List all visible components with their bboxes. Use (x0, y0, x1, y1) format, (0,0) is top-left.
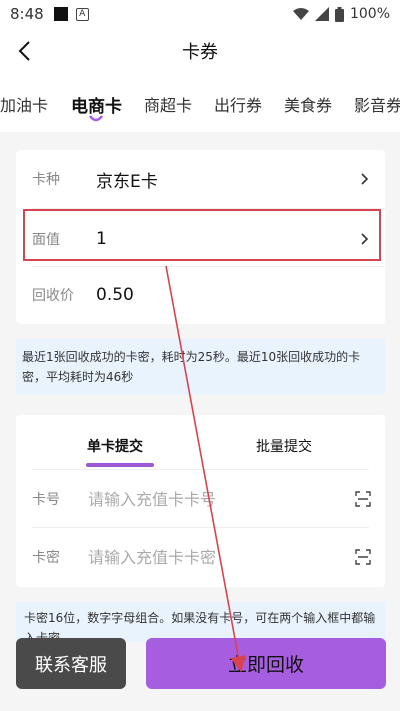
card-number-label: 卡号 (32, 492, 60, 508)
card-password-label: 卡密 (32, 550, 60, 566)
tab-supermarket-card[interactable]: 商超卡 (144, 92, 192, 116)
chevron-right-icon (361, 173, 369, 185)
scan-icon[interactable] (355, 549, 371, 565)
scan-icon[interactable] (355, 491, 371, 507)
divider (32, 469, 369, 470)
app-notification-icon: A (75, 7, 89, 21)
signal-icon (314, 7, 329, 21)
tab-single-submit[interactable]: 单卡提交 (87, 436, 143, 456)
notification-icon (53, 7, 68, 21)
page-title: 卡券 (182, 42, 218, 63)
tab-batch-submit[interactable]: 批量提交 (256, 436, 312, 456)
card-number-input[interactable] (88, 486, 338, 512)
divider (32, 527, 369, 528)
recycle-time-info: 最近1张回收成功的卡密，耗时为25秒。最近10张回收成功的卡密，平均耗时为46秒 (16, 339, 385, 395)
card-type-label: 卡种 (32, 172, 60, 188)
status-bar: 8:48 A 100% (0, 0, 400, 28)
tab-travel-coupon[interactable]: 出行券 (214, 92, 262, 116)
card-type-row[interactable]: 卡种 京东E卡 (16, 150, 385, 208)
card-format-note: 卡密16位，数字字母组合。如果没有卡号，可在两个输入框中都输入卡密 (16, 602, 385, 642)
contact-service-button[interactable]: 联系客服 (16, 638, 126, 689)
tab-media-coupon[interactable]: 影音券 (354, 92, 400, 116)
card-password-input[interactable] (88, 544, 338, 570)
recycle-price-row: 回收价 0.50 (16, 266, 385, 324)
recycle-price-value: 0.50 (96, 285, 134, 305)
status-right: 100% (292, 6, 390, 22)
card-form: 卡种 京东E卡 面值 1 回收价 0.50 (16, 150, 385, 324)
card-submit-panel: 单卡提交 批量提交 卡号 卡密 (16, 415, 385, 587)
status-time: 8:48 (10, 5, 44, 23)
battery-icon (334, 6, 344, 22)
tab-food-coupon[interactable]: 美食券 (284, 92, 332, 116)
back-arrow-icon[interactable] (14, 39, 38, 63)
recycle-price-label: 回收价 (32, 288, 74, 304)
submit-tab-indicator (86, 463, 154, 467)
card-type-value: 京东E卡 (96, 171, 158, 192)
category-tabs: 加油卡 电商卡 商超卡 出行券 美食券 影音券 (0, 74, 400, 132)
tab-ecommerce-card[interactable]: 电商卡 (71, 92, 122, 117)
tab-indicator (89, 115, 103, 122)
header: 卡券 (0, 28, 400, 74)
battery-percent: 100% (349, 6, 390, 22)
face-value-highlight (23, 209, 381, 261)
tab-fuel-card[interactable]: 加油卡 (0, 92, 48, 116)
wifi-icon (292, 8, 309, 20)
recycle-now-button[interactable]: 立即回收 (146, 638, 386, 689)
